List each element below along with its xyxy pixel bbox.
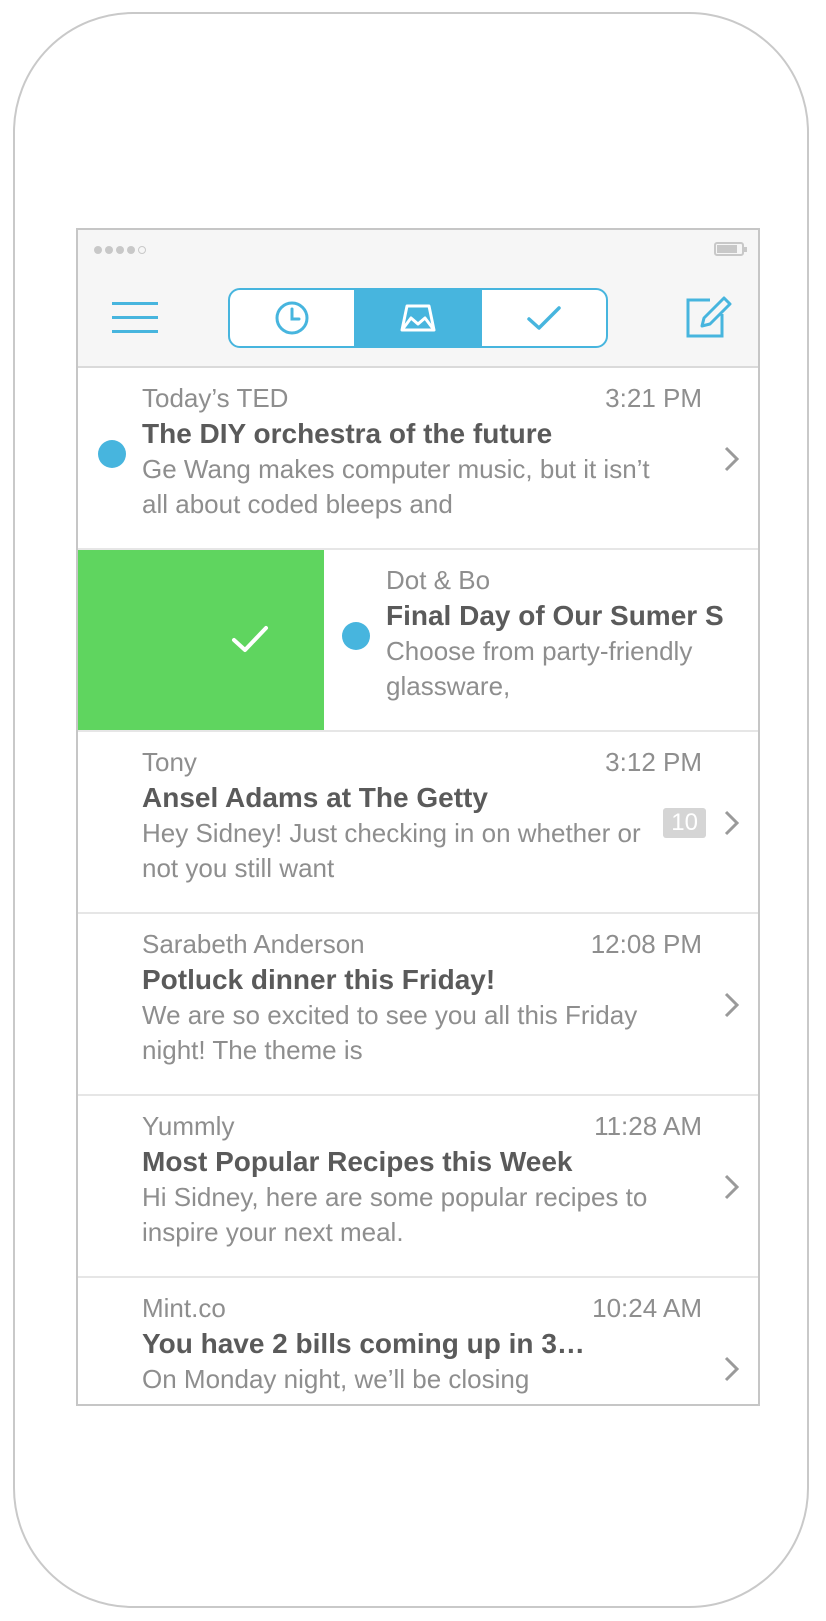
email-preview: Ge Wang makes computer music, but it isn… [142,454,650,519]
inbox-tray-icon [400,304,436,332]
hamburger-menu-icon[interactable] [112,302,160,336]
thread-count-badge: 10 [663,808,706,838]
tab-done[interactable] [482,290,606,346]
chevron-right-icon [724,1174,740,1200]
signal-dots-icon [94,246,146,254]
email-content: Tony 3:12 PM Ansel Adams at The Getty He… [142,746,702,886]
email-row[interactable]: Mint.co 10:24 AM You have 2 bills coming… [78,1278,758,1404]
email-time: 11:28 AM [594,1111,702,1141]
email-subject: Potluck dinner this Friday! [142,964,496,995]
battery-icon [714,242,747,256]
email-subject: Most Popular Recipes this Week [142,1146,573,1177]
email-sender: Dot & Bo [386,565,491,595]
email-content: Sarabeth Anderson 12:08 PM Potluck dinne… [142,928,702,1068]
email-preview: Choose from party-friendly glassware, [386,636,693,701]
email-row[interactable]: Sarabeth Anderson 12:08 PM Potluck dinne… [78,914,758,1096]
chevron-right-icon [724,992,740,1018]
email-time: 3:12 PM [605,747,702,777]
email-row[interactable]: Today’s TED 3:21 PM The DIY orchestra of… [78,368,758,550]
chevron-right-icon [724,446,740,472]
tab-later[interactable] [230,290,356,346]
email-time: 10:24 AM [592,1293,702,1323]
chevron-right-icon [724,810,740,836]
compose-icon[interactable] [682,292,732,342]
stage: Today’s TED 3:21 PM The DIY orchestra of… [0,0,826,1621]
email-preview: We are so excited to see you all this Fr… [142,1000,638,1065]
checkmark-icon [232,626,268,652]
swipe-done-action[interactable] [78,550,324,730]
clock-icon [275,301,309,335]
email-row[interactable]: Tony 3:12 PM Ansel Adams at The Getty He… [78,732,758,914]
email-preview: Hi Sidney, here are some popular recipes… [142,1182,648,1247]
email-content: Yummly 11:28 AM Most Popular Recipes thi… [142,1110,702,1250]
email-list: Today’s TED 3:21 PM The DIY orchestra of… [78,368,758,1404]
phone-screen: Today’s TED 3:21 PM The DIY orchestra of… [76,228,760,1406]
email-subject: You have 2 bills coming up in 3… [142,1328,585,1359]
email-subject: Ansel Adams at The Getty [142,782,488,813]
checkmark-icon [527,306,561,330]
mailbox-tabs [228,288,608,348]
tab-inbox[interactable] [356,290,482,346]
email-subject: The DIY orchestra of the future [142,418,553,449]
email-time: 3:21 PM [605,383,702,413]
email-content: Mint.co 10:24 AM You have 2 bills coming… [142,1292,702,1397]
unread-dot [98,440,126,468]
email-time: 12:08 PM [590,929,702,959]
email-content: Today’s TED 3:21 PM The DIY orchestra of… [142,382,702,522]
email-row[interactable]: Dot & Bo Final Day of Our Sumer S Choose… [78,550,758,732]
chevron-right-icon [724,1356,740,1382]
unread-dot [342,622,370,650]
email-subject: Final Day of Our Sumer S [386,600,724,631]
email-preview: Hey Sidney! Just checking in on whether … [142,818,641,883]
app-header [78,230,758,368]
email-content: Dot & Bo Final Day of Our Sumer S Choose… [386,564,758,704]
email-preview: On Monday night, we’ll be closing [142,1364,530,1394]
email-row[interactable]: Yummly 11:28 AM Most Popular Recipes thi… [78,1096,758,1278]
